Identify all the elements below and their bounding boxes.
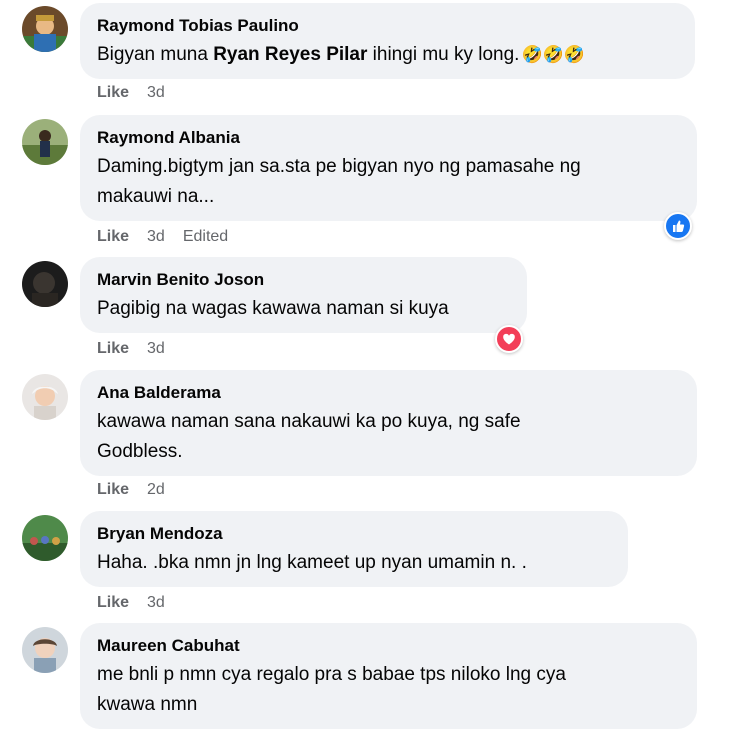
comment-bubble: Raymond Albania Daming.bigtym jan sa.sta… <box>80 115 697 221</box>
avatar[interactable] <box>22 627 68 673</box>
like-button[interactable]: Like <box>97 228 129 246</box>
comment-text: kawawa naman sana nakauwi ka po kuya, ng… <box>97 411 521 462</box>
comment-text: me bnli p nmn cya regalo pra s babae tps… <box>97 664 566 715</box>
avatar[interactable] <box>22 515 68 561</box>
comment-text: Pagibig na wagas kawawa naman si kuya <box>97 298 449 319</box>
comment-author[interactable]: Marvin Benito Joson <box>97 269 509 291</box>
comment-text: Bigyan muna Ryan Reyes Pilar ihingi mu k… <box>97 40 677 70</box>
comment-actions: Like 2d <box>97 481 165 499</box>
avatar[interactable] <box>22 119 68 165</box>
comment-timestamp[interactable]: 3d <box>147 228 165 246</box>
comment-timestamp[interactable]: 3d <box>147 340 165 358</box>
mention-link[interactable]: Ryan Reyes Pilar <box>213 44 367 65</box>
comment-author[interactable]: Raymond Albania <box>97 127 679 149</box>
comment-text: Haha. .bka nmn jn lng kameet up nyan uma… <box>97 552 527 573</box>
like-button[interactable]: Like <box>97 84 129 102</box>
comment-timestamp[interactable]: 3d <box>147 84 165 102</box>
comment-bubble: Ana Balderama kawawa naman sana nakauwi … <box>80 370 697 476</box>
like-reaction-icon[interactable] <box>664 212 692 240</box>
comment-author[interactable]: Maureen Cabuhat <box>97 635 679 657</box>
comment-author[interactable]: Raymond Tobias Paulino <box>97 15 677 37</box>
edited-label[interactable]: Edited <box>183 228 228 246</box>
comment-text-part: ihingi mu ky long. <box>367 44 520 65</box>
comment-text: Daming.bigtym jan sa.sta pe bigyan nyo n… <box>97 156 581 207</box>
comment-author[interactable]: Bryan Mendoza <box>97 523 610 545</box>
comment-bubble: Marvin Benito Joson Pagibig na wagas kaw… <box>80 257 527 333</box>
love-reaction-icon[interactable] <box>495 325 523 353</box>
avatar[interactable] <box>22 6 68 52</box>
avatar[interactable] <box>22 261 68 307</box>
comment-bubble: Bryan Mendoza Haha. .bka nmn jn lng kame… <box>80 511 628 587</box>
comment-author[interactable]: Ana Balderama <box>97 382 679 404</box>
avatar[interactable] <box>22 374 68 420</box>
comment-bubble: Raymond Tobias Paulino Bigyan muna Ryan … <box>80 3 695 79</box>
comment-timestamp[interactable]: 2d <box>147 481 165 499</box>
like-button[interactable]: Like <box>97 594 129 612</box>
comment-actions: Like 3d Edited <box>97 228 228 246</box>
like-button[interactable]: Like <box>97 481 129 499</box>
comment-actions: Like 3d <box>97 594 165 612</box>
comment-bubble: Maureen Cabuhat me bnli p nmn cya regalo… <box>80 623 697 729</box>
comment-actions: Like 3d <box>97 84 165 102</box>
comment-actions: Like 3d <box>97 340 165 358</box>
laughing-emoji-icon: 🤣🤣🤣 <box>521 45 585 64</box>
comment-timestamp[interactable]: 3d <box>147 594 165 612</box>
comment-text-part: Bigyan muna <box>97 44 214 65</box>
like-button[interactable]: Like <box>97 340 129 358</box>
